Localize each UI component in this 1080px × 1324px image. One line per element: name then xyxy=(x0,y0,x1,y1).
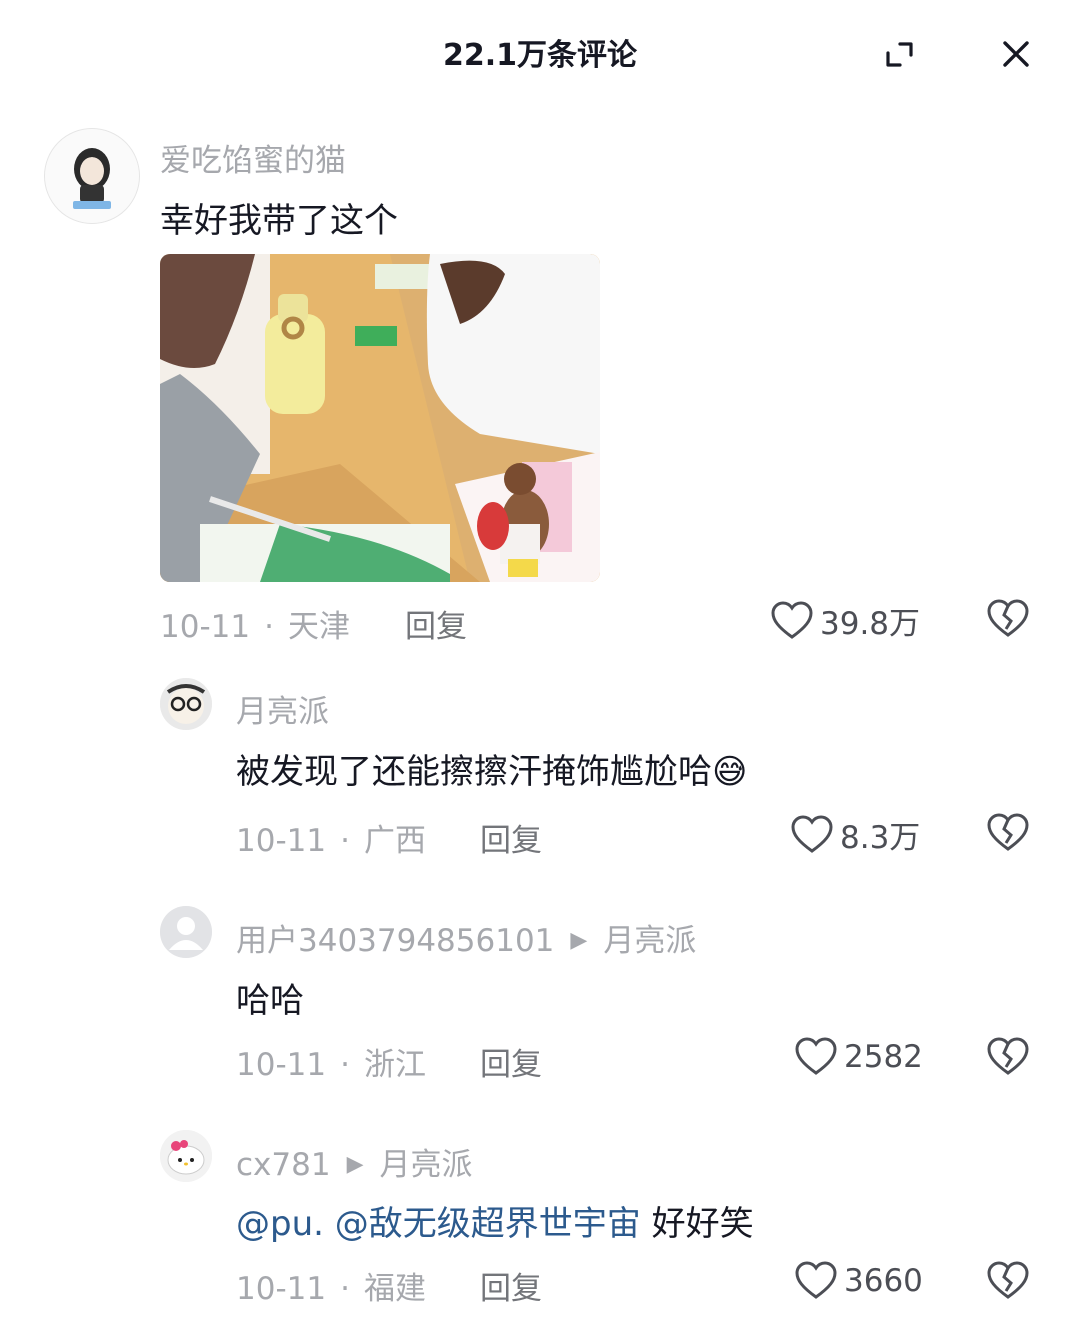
reply-button[interactable]: 回复 xyxy=(480,1039,542,1084)
reply-target[interactable]: 月亮派 xyxy=(603,923,696,959)
like-count: 3660 xyxy=(844,1263,923,1299)
comment-date: 10-11 xyxy=(236,1047,327,1083)
avatar[interactable] xyxy=(160,1130,212,1182)
comment-text: 哈哈 xyxy=(236,981,304,1021)
comment-meta: 10-11 · 天津 xyxy=(160,601,350,646)
meta-separator: · xyxy=(340,823,350,859)
comment-date: 10-11 xyxy=(236,1271,327,1307)
meta-separator: · xyxy=(340,1271,350,1307)
like-count: 39.8万 xyxy=(820,606,921,642)
avatar[interactable] xyxy=(160,678,212,730)
heart-icon xyxy=(791,814,833,853)
comment-date: 10-11 xyxy=(160,609,251,645)
heart-icon xyxy=(771,600,813,639)
reply-button[interactable]: 回复 xyxy=(480,1263,542,1308)
comment-username[interactable]: 爱吃馅蜜的猫 xyxy=(160,135,346,180)
like-count: 2582 xyxy=(844,1039,923,1075)
mention-link[interactable]: @敌无级超界世宇宙 xyxy=(335,1204,641,1244)
sweat-smile-emoji: 😅 xyxy=(712,752,748,792)
broken-heart-icon[interactable] xyxy=(986,812,1030,854)
meta-separator: · xyxy=(264,609,274,645)
like-count: 8.3万 xyxy=(840,820,921,856)
close-icon[interactable] xyxy=(994,32,1038,76)
avatar[interactable] xyxy=(44,128,140,224)
comment-text: @pu. @敌无级超界世宇宙 好好笑 xyxy=(236,1196,754,1245)
comment-meta: 10-11 · 广西 xyxy=(236,815,426,860)
reply-author[interactable]: cx781 xyxy=(236,1147,331,1183)
comment-meta: 10-11 · 福建 xyxy=(236,1263,426,1308)
like-button[interactable]: 3660 xyxy=(794,1260,923,1302)
comment-location: 广西 xyxy=(363,823,426,859)
reply-arrow-icon: ▶ xyxy=(346,1152,364,1177)
meta-separator: · xyxy=(340,1047,350,1083)
broken-heart-icon[interactable] xyxy=(986,598,1030,640)
default-avatar-icon[interactable] xyxy=(160,906,212,958)
expand-icon[interactable] xyxy=(878,32,922,76)
comment-meta: 10-11 · 浙江 xyxy=(236,1039,426,1084)
comment-location: 浙江 xyxy=(363,1047,426,1083)
comment-text-body: 好好笑 xyxy=(651,1204,754,1244)
heart-icon xyxy=(795,1261,837,1299)
comment-username: 用户3403794856101 ▶ 月亮派 xyxy=(236,915,696,960)
reply-author[interactable]: 用户3403794856101 xyxy=(236,923,554,959)
like-button[interactable]: 8.3万 xyxy=(790,812,920,857)
comment-username[interactable]: 月亮派 xyxy=(236,686,329,731)
comment-location: 天津 xyxy=(287,609,350,645)
comment-location: 福建 xyxy=(363,1271,426,1307)
comment-image[interactable] xyxy=(160,254,600,582)
reply-button[interactable]: 回复 xyxy=(405,601,467,646)
like-button[interactable]: 39.8万 xyxy=(770,598,920,643)
mention-link[interactable]: @pu. xyxy=(236,1204,324,1244)
heart-icon xyxy=(795,1037,837,1075)
like-button[interactable]: 2582 xyxy=(794,1036,923,1078)
broken-heart-icon[interactable] xyxy=(986,1260,1030,1302)
comment-username: cx781 ▶ 月亮派 xyxy=(236,1139,472,1184)
comment-date: 10-11 xyxy=(236,823,327,859)
broken-heart-icon[interactable] xyxy=(986,1036,1030,1078)
comment-text-body: 被发现了还能擦擦汗掩饰尴尬哈 xyxy=(236,752,712,792)
reply-arrow-icon: ▶ xyxy=(570,928,588,953)
comment-text: 被发现了还能擦擦汗掩饰尴尬哈😅 xyxy=(236,744,747,793)
reply-target[interactable]: 月亮派 xyxy=(379,1147,472,1183)
comment-text: 幸好我带了这个 xyxy=(160,201,398,241)
comments-panel: 22.1万条评论 爱吃馅蜜的猫 幸好我带了这个 10-11 · 天津 回复 39… xyxy=(0,0,1080,1324)
reply-button[interactable]: 回复 xyxy=(480,815,542,860)
